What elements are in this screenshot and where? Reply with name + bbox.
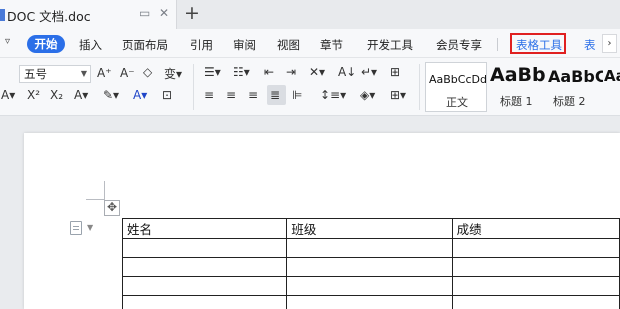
table-cell[interactable]	[451, 276, 620, 296]
style-normal-sample: AaBbCcDd	[429, 73, 487, 86]
new-tab-button[interactable]: +	[184, 2, 200, 24]
line-spacing-icon[interactable]: ↕≡▾	[320, 88, 346, 102]
table-cell[interactable]	[286, 276, 453, 296]
tab-section[interactable]: 章节	[320, 37, 343, 53]
table-row	[121, 295, 620, 309]
tab-ruler-icon[interactable]: ⊞	[390, 65, 400, 79]
table-row: 姓名 班级 成绩	[121, 218, 620, 239]
document-outline-icon[interactable]	[70, 221, 82, 235]
style-heading-2[interactable]: AaBbC 标题 2	[545, 62, 603, 112]
tab-view[interactable]: 视图	[277, 37, 300, 53]
table-cell[interactable]	[121, 238, 288, 258]
menu-bar: ▿ 开始 插入 页面布局 引用 审阅 视图 章节 开发工具 会员专享 表格工具 …	[0, 29, 620, 58]
pin-icon[interactable]: ▭	[139, 6, 150, 20]
char-border-icon[interactable]: ⊡	[162, 88, 172, 102]
chinese-layout-icon[interactable]: ✕▾	[309, 65, 325, 79]
table-cell[interactable]	[121, 276, 288, 296]
tab-start[interactable]: 开始	[27, 35, 65, 53]
style-heading-1-sample: AaBb	[490, 64, 546, 86]
font-color-icon[interactable]: A▾	[133, 88, 147, 102]
style-heading-1[interactable]: AaBb 标题 1	[487, 62, 546, 112]
table-cell[interactable]	[451, 257, 620, 277]
table-cell[interactable]	[286, 238, 453, 258]
shading-icon[interactable]: ◈▾	[360, 88, 375, 102]
document-icon	[0, 9, 5, 21]
style-gallery: AaBbCcDd 正文 AaBb 标题 1 AaBbC 标题 2 Aa	[425, 62, 620, 112]
scroll-tabs-right-button[interactable]: ›	[602, 34, 617, 53]
tab-table-tools-label: 表格工具	[516, 38, 562, 52]
style-heading-3-partial[interactable]: Aa	[601, 62, 620, 112]
table-cell[interactable]	[121, 295, 288, 309]
highlight-icon[interactable]: ✎▾	[103, 88, 119, 102]
align-left-icon[interactable]: ≡	[204, 88, 214, 102]
style-heading-1-label: 标题 1	[500, 95, 533, 108]
grow-font-icon[interactable]: A⁺	[97, 66, 112, 80]
table-cell[interactable]	[451, 238, 620, 258]
decrease-indent-icon[interactable]: ⇤	[264, 65, 274, 79]
tab-table-style-partial[interactable]: 表	[584, 37, 596, 53]
numbered-list-icon[interactable]: ☷▾	[233, 65, 250, 79]
margin-mark	[104, 181, 105, 200]
tab-insert[interactable]: 插入	[79, 37, 102, 53]
tab-review[interactable]: 审阅	[233, 37, 256, 53]
table-cell[interactable]	[286, 257, 453, 277]
title-bar: DOC 文档.doc ▭ ✕ +	[0, 0, 620, 29]
tab-table-tools[interactable]: 表格工具	[510, 33, 566, 54]
text-effect-icon[interactable]: A▾	[74, 88, 88, 102]
font-size-value: 五号	[24, 67, 47, 81]
ribbon-divider	[419, 64, 420, 110]
style-normal[interactable]: AaBbCcDd 正文	[425, 62, 487, 112]
align-justify-icon[interactable]: ≣	[270, 88, 280, 102]
style-normal-label: 正文	[446, 96, 468, 109]
font-color-partial-icon[interactable]: A▾	[1, 88, 15, 102]
subscript-icon[interactable]: X₂	[50, 88, 63, 102]
margin-mark	[86, 199, 105, 200]
superscript-icon[interactable]: X²	[27, 88, 40, 102]
table-row	[121, 257, 620, 277]
align-right-icon[interactable]: ≡	[248, 88, 258, 102]
font-size-select[interactable]: 五号 ▼	[19, 65, 91, 83]
tab-references[interactable]: 引用	[190, 37, 213, 53]
clear-format-icon[interactable]: ◇	[143, 65, 152, 79]
document-canvas[interactable]: ▼ ✥ 姓名 班级 成绩	[0, 116, 620, 309]
style-heading-3-sample: Aa	[604, 67, 620, 85]
table-row	[121, 276, 620, 296]
tab-member[interactable]: 会员专享	[436, 37, 482, 53]
table-row	[121, 238, 620, 258]
ribbon: 五号 ▼ A⁺ A⁻ ◇ 变▾ A▾ X² X₂ A▾ ✎▾ A▾ ⊡ ☰▾ ☷…	[0, 58, 620, 116]
table-cell[interactable]	[451, 295, 620, 309]
chevron-down-icon: ▼	[80, 69, 87, 78]
chevron-down-icon[interactable]: ▼	[87, 223, 93, 232]
table-header-cell[interactable]: 班级	[286, 218, 453, 239]
document-table[interactable]: 姓名 班级 成绩	[121, 218, 620, 309]
menu-divider	[497, 38, 498, 51]
table-header-cell[interactable]: 姓名	[121, 218, 288, 239]
document-title: DOC 文档.doc	[7, 9, 91, 24]
chevron-down-icon[interactable]: ▿	[5, 36, 10, 47]
shrink-font-icon[interactable]: A⁻	[120, 66, 135, 80]
table-cell[interactable]	[286, 295, 453, 309]
bullet-list-icon[interactable]: ☰▾	[204, 65, 221, 79]
table-cell[interactable]	[121, 257, 288, 277]
show-marks-icon[interactable]: ↵▾	[361, 65, 377, 79]
phonetic-icon[interactable]: 变▾	[164, 65, 182, 82]
tab-page-layout[interactable]: 页面布局	[122, 37, 168, 53]
document-tab[interactable]: DOC 文档.doc ▭ ✕	[0, 0, 177, 29]
close-tab-icon[interactable]: ✕	[159, 6, 169, 20]
distributed-align-icon[interactable]: ⊫	[292, 88, 302, 102]
table-header-cell[interactable]: 成绩	[451, 218, 620, 239]
tab-developer[interactable]: 开发工具	[367, 37, 413, 53]
table-move-handle-icon[interactable]: ✥	[104, 200, 120, 216]
document-page[interactable]: ▼ ✥ 姓名 班级 成绩	[24, 133, 620, 309]
style-heading-2-sample: AaBbC	[548, 67, 603, 86]
align-center-icon[interactable]: ≡	[226, 88, 236, 102]
borders-icon[interactable]: ⊞▾	[390, 88, 406, 102]
ribbon-divider	[193, 64, 194, 110]
increase-indent-icon[interactable]: ⇥	[286, 65, 296, 79]
sort-icon[interactable]: A↓	[338, 65, 356, 79]
style-heading-2-label: 标题 2	[553, 95, 586, 108]
